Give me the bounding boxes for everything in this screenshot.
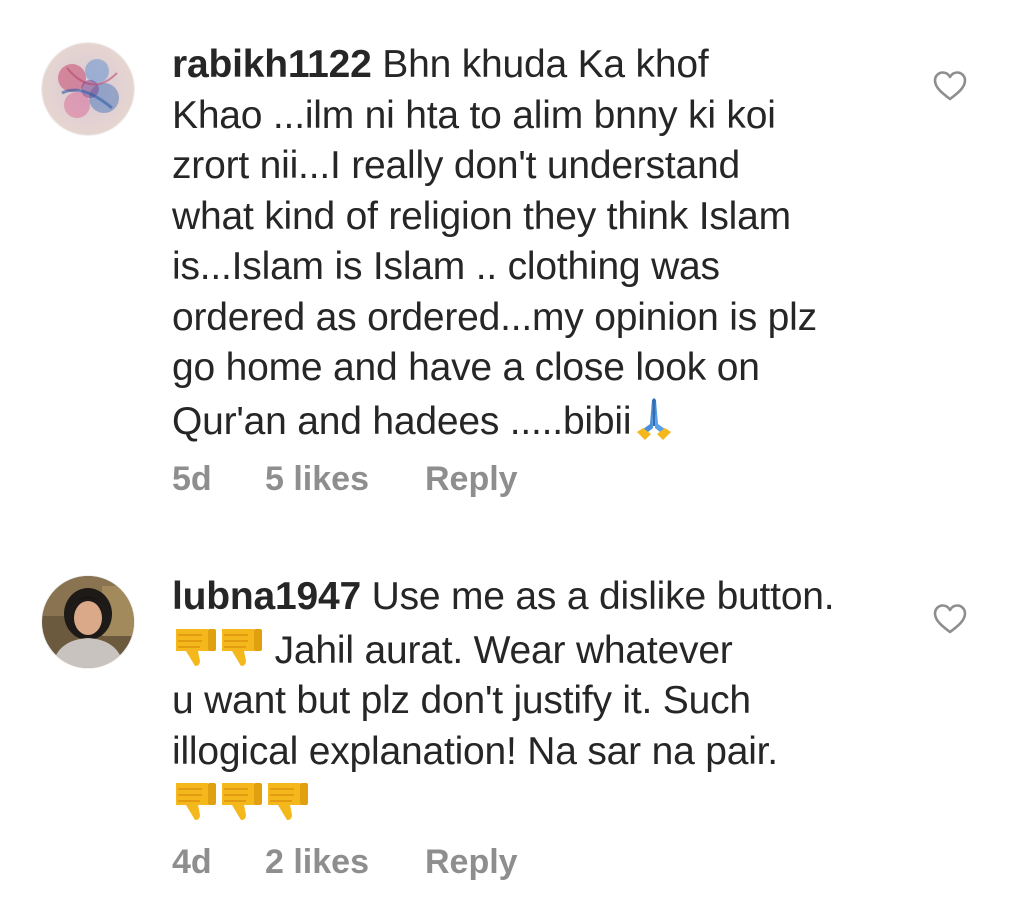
thumbs-down-emoji bbox=[172, 777, 218, 823]
thumbs-down-emoji bbox=[218, 777, 264, 823]
like-heart-icon[interactable] bbox=[932, 601, 968, 637]
avatar[interactable] bbox=[42, 576, 134, 668]
comment-line: Use me as a dislike button. bbox=[360, 575, 835, 618]
comment-meta: 4d 2 likes Reply bbox=[172, 843, 518, 882]
comment-time: 5d bbox=[172, 460, 212, 498]
comment-line: Qur'an and hadees .....bibii bbox=[172, 399, 632, 443]
comment-line: Khao ...ilm ni hta to alim bnny ki koi bbox=[172, 93, 776, 137]
thumbs-down-emoji bbox=[218, 623, 264, 669]
like-heart-icon[interactable] bbox=[932, 68, 968, 104]
comment-line: ordered as ordered...my opinion is plz bbox=[172, 295, 817, 339]
comment-line: Jahil aurat. Wear whatever bbox=[264, 628, 733, 672]
comment-line: Bhn khuda Ka khof bbox=[371, 43, 709, 86]
reply-button[interactable]: Reply bbox=[425, 460, 518, 499]
comment-line: go home and have a close look on bbox=[172, 346, 760, 389]
comment-line: is...Islam is Islam .. clothing was bbox=[172, 245, 720, 288]
comment-line: what kind of religion they think Islam bbox=[172, 194, 791, 238]
comment-text: rabikh1122 Bhn khuda Ka khof Khao ...ilm… bbox=[172, 40, 892, 447]
avatar-image bbox=[42, 576, 134, 668]
avatar[interactable] bbox=[42, 43, 134, 135]
comment-likes[interactable]: 2 likes bbox=[265, 843, 425, 882]
comment-time: 4d bbox=[172, 843, 212, 881]
comment-meta: 5d 5 likes Reply bbox=[172, 460, 518, 499]
comment-line: illogical explanation! Na sar na pair. bbox=[172, 729, 778, 773]
comment-username[interactable]: rabikh1122 bbox=[172, 43, 372, 86]
thumbs-down-emoji bbox=[264, 777, 310, 823]
comment-likes[interactable]: 5 likes bbox=[265, 460, 425, 499]
folded-hands-emoji bbox=[631, 394, 677, 440]
reply-button[interactable]: Reply bbox=[425, 843, 518, 882]
comment-line: u want but plz don't justify it. Such bbox=[172, 679, 751, 722]
comment-text: lubna1947 Use me as a dislike button. Ja… bbox=[172, 572, 892, 831]
avatar-image bbox=[42, 43, 134, 135]
comment-username[interactable]: lubna1947 bbox=[172, 575, 361, 618]
thumbs-down-emoji bbox=[172, 623, 218, 669]
comment-line: zrort nii...I really don't understand bbox=[172, 144, 741, 187]
